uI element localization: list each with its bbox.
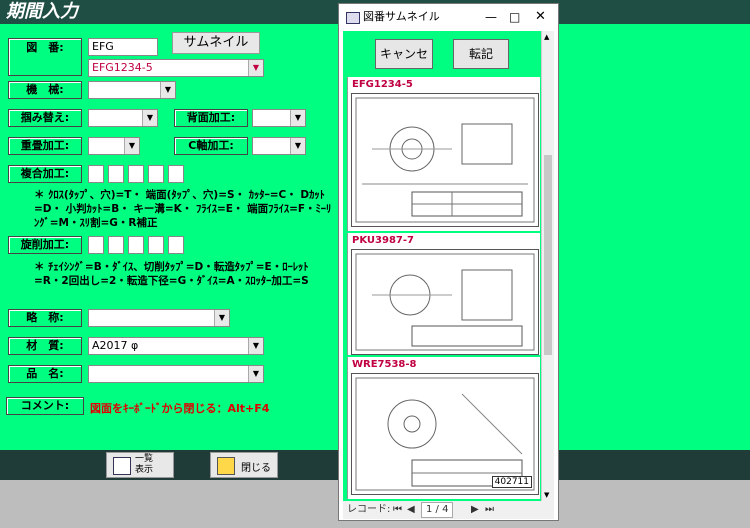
exit-icon <box>217 457 235 475</box>
fukugou-box-3[interactable] <box>128 165 144 183</box>
chevron-down-icon[interactable]: ▼ <box>248 338 263 354</box>
drawing-image <box>355 97 535 223</box>
chevron-down-icon[interactable]: ▼ <box>290 110 305 126</box>
senkaku-label: 旋削加工: <box>8 236 82 254</box>
close-button-label: 閉じる <box>241 463 271 474</box>
scroll-up-icon[interactable]: ▲ <box>544 33 549 41</box>
drawing-thumbnail <box>351 93 539 227</box>
record-label: WRE7538-8 <box>352 359 417 370</box>
record-item[interactable]: WRE7538-8 402711 <box>347 357 540 499</box>
senkaku-box-4[interactable] <box>148 236 164 254</box>
haimen-label: 背面加工: <box>174 109 248 127</box>
fukugou-box-1[interactable] <box>88 165 104 183</box>
form-icon <box>346 12 360 24</box>
thumbnail-popup: 図番サムネイル — □ ✕ キャンセル 転記 EFG1234-5 <box>338 3 559 521</box>
hinmei-label: 品 名: <box>8 365 82 383</box>
popup-title: 図番サムネイル <box>363 10 440 23</box>
zuban-input[interactable]: EFG <box>88 38 158 56</box>
record-label: EFG1234-5 <box>352 79 413 90</box>
haimen-combo[interactable]: ▼ <box>252 109 306 127</box>
zuban-combo-value: EFG1234-5 <box>92 61 153 74</box>
zaishitsu-value: A2017 φ <box>92 339 139 352</box>
list-icon <box>113 457 131 475</box>
hinmei-combo[interactable]: ▼ <box>88 365 264 383</box>
zuban-label: 図 番: <box>8 38 82 76</box>
close-button[interactable]: 閉じる <box>210 452 278 478</box>
chevron-down-icon[interactable]: ▼ <box>124 138 139 154</box>
list-view-label: 一覧 表示 <box>135 454 154 475</box>
c-axis-combo[interactable]: ▼ <box>252 137 306 155</box>
c-axis-label: C軸加工: <box>174 137 248 155</box>
zaishitsu-combo[interactable]: A2017 φ ▼ <box>88 337 264 355</box>
fukugou-note: ＊ ｸﾛｽ(ﾀｯﾌﾟ、穴)=T・ 端面(ﾀｯﾌﾟ、穴)=S・ ｶｯﾀｰ=C・ D… <box>34 189 332 229</box>
senkaku-note: ＊ ﾁｪｲｼﾝｸﾞ=B・ﾀﾞｲｽ、切削ﾀｯﾌﾟ=D・転造ﾀｯﾌﾟ=E・ﾛｰﾚｯﾄ… <box>34 261 309 287</box>
close-icon[interactable]: ✕ <box>535 4 546 30</box>
zaishitsu-label: 材 質: <box>8 337 82 355</box>
senkaku-box-3[interactable] <box>128 236 144 254</box>
chevron-down-icon[interactable]: ▼ <box>214 310 229 326</box>
tsukamikae-label: 掴み替え: <box>8 109 82 127</box>
chevron-down-icon[interactable]: ▼ <box>248 366 263 382</box>
first-record-icon[interactable]: ⏮ <box>393 501 402 519</box>
chevron-down-icon[interactable]: ▼ <box>160 82 175 98</box>
scrollbar-thumb[interactable] <box>544 155 552 355</box>
popup-titlebar: 図番サムネイル — □ ✕ <box>339 4 558 30</box>
fukugou-box-4[interactable] <box>148 165 164 183</box>
ryakushou-combo[interactable]: ▼ <box>88 309 230 327</box>
kikai-combo[interactable]: ▼ <box>88 81 176 99</box>
chevron-down-icon[interactable]: ▼ <box>142 110 157 126</box>
zuban-label-text: 図 番: <box>26 41 64 54</box>
zuban-combo[interactable]: EFG1234-5 ▼ <box>88 59 264 77</box>
scroll-down-icon[interactable]: ▼ <box>544 491 549 499</box>
fukugou-label: 複合加工: <box>8 165 82 183</box>
next-record-icon[interactable]: ▶ <box>471 501 479 519</box>
senkaku-box-5[interactable] <box>168 236 184 254</box>
drawing-image <box>355 253 535 351</box>
record-item[interactable]: EFG1234-5 <box>347 77 540 231</box>
popup-scrollbar[interactable]: ▲ ▼ <box>541 31 554 501</box>
drawing-number-stamp: 402711 <box>491 476 532 488</box>
record-label: PKU3987-7 <box>352 235 414 246</box>
transfer-button[interactable]: 転記 <box>453 39 509 69</box>
record-item[interactable]: PKU3987-7 <box>347 233 540 355</box>
fukugou-box-5[interactable] <box>168 165 184 183</box>
comment-label: コメント: <box>6 397 84 415</box>
prev-record-icon[interactable]: ◀ <box>407 501 415 519</box>
fukugou-box-2[interactable] <box>108 165 124 183</box>
comment-hint: 図面をｷｰﾎﾞｰﾄﾞから閉じる：Alt+F4 <box>90 402 270 415</box>
maximize-icon[interactable]: □ <box>509 4 520 30</box>
kikai-label: 機 械: <box>8 81 82 99</box>
thumbnail-button[interactable]: サムネイル <box>172 32 260 54</box>
juuten-combo[interactable]: ▼ <box>88 137 140 155</box>
list-view-button[interactable]: 一覧 表示 <box>106 452 174 478</box>
senkaku-box-2[interactable] <box>108 236 124 254</box>
chevron-down-icon[interactable]: ▼ <box>248 60 263 76</box>
cancel-button[interactable]: キャンセル <box>375 39 433 89</box>
drawing-thumbnail <box>351 249 539 355</box>
juuten-label: 重畳加工: <box>8 137 82 155</box>
popup-body: キャンセル 転記 EFG1234-5 PKU3987-7 <box>343 31 554 501</box>
record-position-input[interactable]: 1 / 4 <box>421 502 454 518</box>
last-record-icon[interactable]: ⏭ <box>485 501 494 519</box>
senkaku-box-1[interactable] <box>88 236 104 254</box>
record-navigator: レコード: ⏮ ◀ 1 / 4 ▶ ⏭ <box>343 501 554 519</box>
tsukamikae-combo[interactable]: ▼ <box>88 109 158 127</box>
drawing-thumbnail: 402711 <box>351 373 539 495</box>
record-nav-label: レコード: <box>347 504 391 515</box>
ryakushou-label: 略 称: <box>8 309 82 327</box>
minimize-icon[interactable]: — <box>485 4 497 30</box>
chevron-down-icon[interactable]: ▼ <box>290 138 305 154</box>
